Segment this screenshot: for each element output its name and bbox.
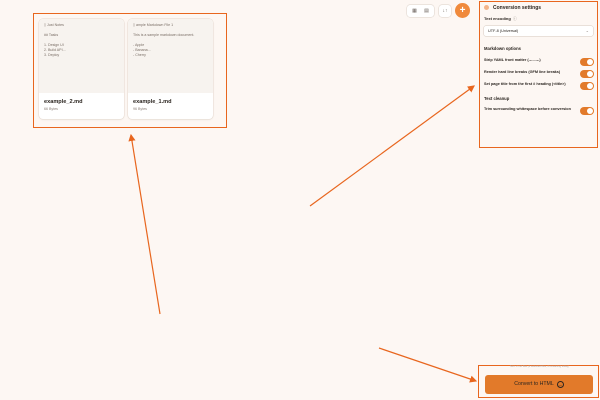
arrow-to-settings: [309, 85, 475, 207]
arrow-to-files: [128, 133, 161, 315]
annotation-arrows: [128, 85, 478, 383]
arrow-to-convert: [378, 347, 478, 383]
